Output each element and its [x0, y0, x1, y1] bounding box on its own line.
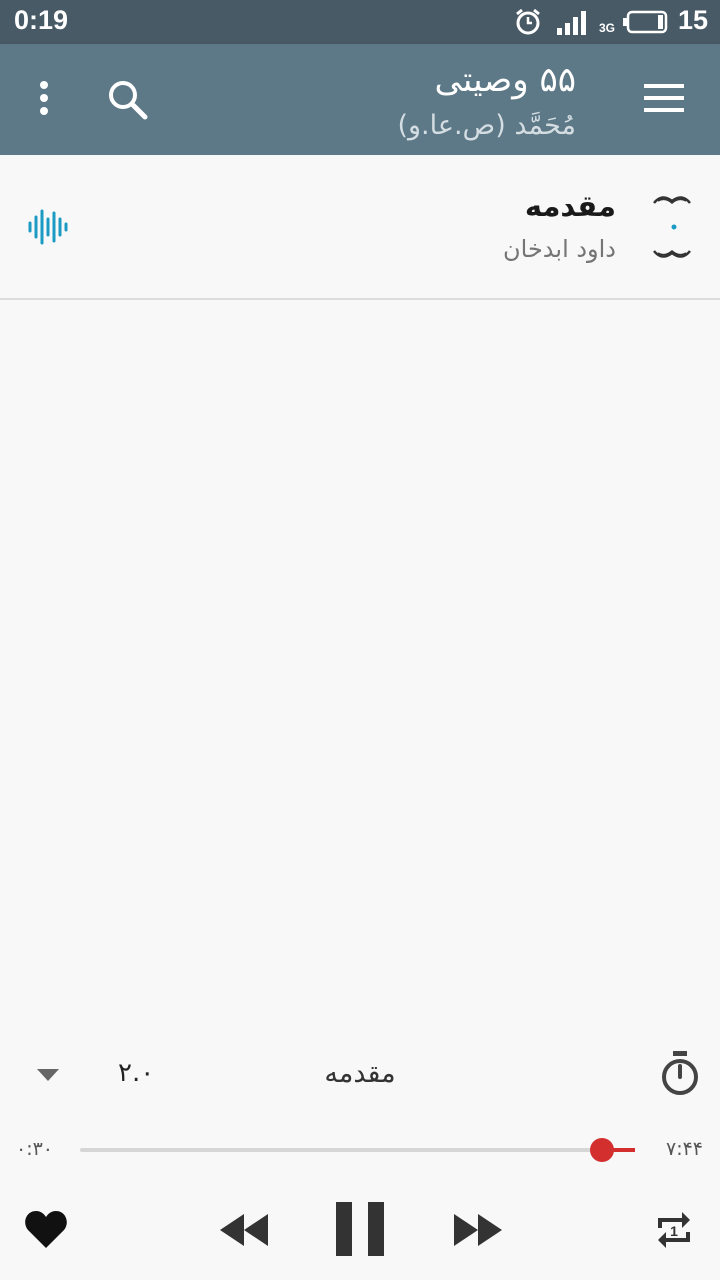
heart-icon[interactable]	[24, 1208, 68, 1250]
rewind-icon[interactable]	[218, 1212, 270, 1248]
status-time: 0:19	[14, 5, 69, 35]
list-item[interactable]: مقدمه داود ابدخان	[0, 155, 720, 300]
svg-text:1: 1	[670, 1223, 678, 1239]
network-type: 3G	[599, 21, 616, 35]
fast-forward-icon[interactable]	[452, 1212, 504, 1248]
seek-thumb[interactable]	[589, 1138, 614, 1162]
page-title: ۵۵ وصیتی	[434, 60, 577, 100]
track-title: مقدمه	[524, 189, 616, 223]
app-bar: ۵۵ وصیتی مُحَمَّد (ص.عا.و)	[0, 44, 720, 155]
elapsed-time: ۰:۳۰	[16, 1138, 54, 1160]
track-artist: داود ابدخان	[503, 235, 616, 263]
more-vert-icon[interactable]	[32, 78, 56, 118]
timer-icon[interactable]	[660, 1050, 700, 1096]
ornament-icon	[653, 196, 691, 258]
pause-icon[interactable]	[336, 1202, 384, 1256]
audio-wave-icon[interactable]	[28, 207, 68, 247]
signal-icon	[557, 11, 586, 35]
search-icon[interactable]	[106, 78, 150, 122]
alarm-icon	[516, 8, 540, 35]
repeat-one-icon[interactable]: 1	[654, 1208, 694, 1252]
seek-bar[interactable]	[80, 1138, 635, 1162]
menu-icon[interactable]	[644, 82, 684, 114]
status-bar: 0:19 3G 15	[0, 0, 720, 44]
battery-icon	[623, 10, 668, 34]
page-subtitle: مُحَمَّد (ص.عا.و)	[397, 110, 576, 141]
battery-level: 15	[677, 5, 708, 35]
now-playing-title: مقدمه	[324, 1058, 396, 1089]
total-duration: ۷:۴۴	[666, 1138, 704, 1160]
